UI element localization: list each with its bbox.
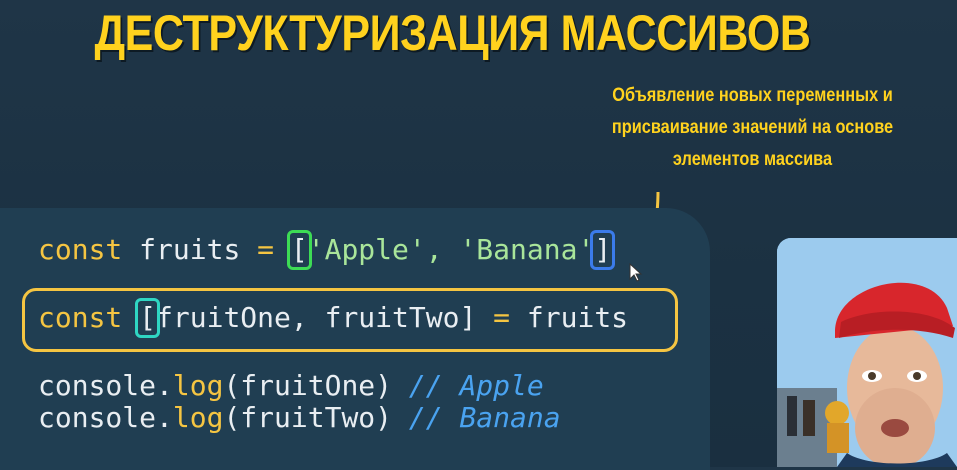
destructure-open-bracket: [ xyxy=(135,298,160,338)
log-method: log xyxy=(172,401,224,434)
code-line-4: console.log(fruitTwo) // Banana xyxy=(38,402,561,434)
array-open-bracket: [ xyxy=(286,230,312,270)
comment: // Banana xyxy=(392,401,561,434)
annotation-note: Объявление новых переменных и присваиван… xyxy=(587,80,918,176)
comment: // Apple xyxy=(392,369,544,402)
console-object: console. xyxy=(38,369,173,402)
slide-title: ДЕСТРУКТУРИЗАЦИЯ МАССИВОВ xyxy=(94,5,811,61)
log-args: (fruitOne) xyxy=(223,369,393,402)
code-line-3: console.log(fruitOne) // Apple xyxy=(38,370,544,402)
annotation-line-2: присваивание значений на основе xyxy=(611,117,894,138)
array-items: 'Apple', 'Banana' xyxy=(307,233,595,266)
annotation-line-3: элементов массива xyxy=(672,149,833,170)
array-close-bracket: ] xyxy=(590,230,616,270)
destructure-names: fruitOne, fruitTwo] xyxy=(156,301,477,334)
operator-equals: = xyxy=(257,233,275,266)
keyword-const: const xyxy=(38,233,123,266)
variable-name: fruits xyxy=(122,233,258,266)
mouse-cursor-icon xyxy=(629,263,643,282)
operator-equals: = xyxy=(493,301,511,334)
console-object: console. xyxy=(38,401,173,434)
source-array: fruits xyxy=(510,301,629,334)
keyword-const: const xyxy=(38,301,123,334)
code-line-2: const [fruitOne, fruitTwo] = fruits xyxy=(38,298,629,338)
log-args: (fruitTwo) xyxy=(223,401,393,434)
code-line-1: const fruits = ['Apple', 'Banana'] xyxy=(38,230,616,270)
annotation-line-1: Объявление новых переменных и xyxy=(612,85,893,106)
log-method: log xyxy=(172,369,224,402)
webcam-video xyxy=(777,238,957,467)
presenter-image xyxy=(777,238,957,467)
